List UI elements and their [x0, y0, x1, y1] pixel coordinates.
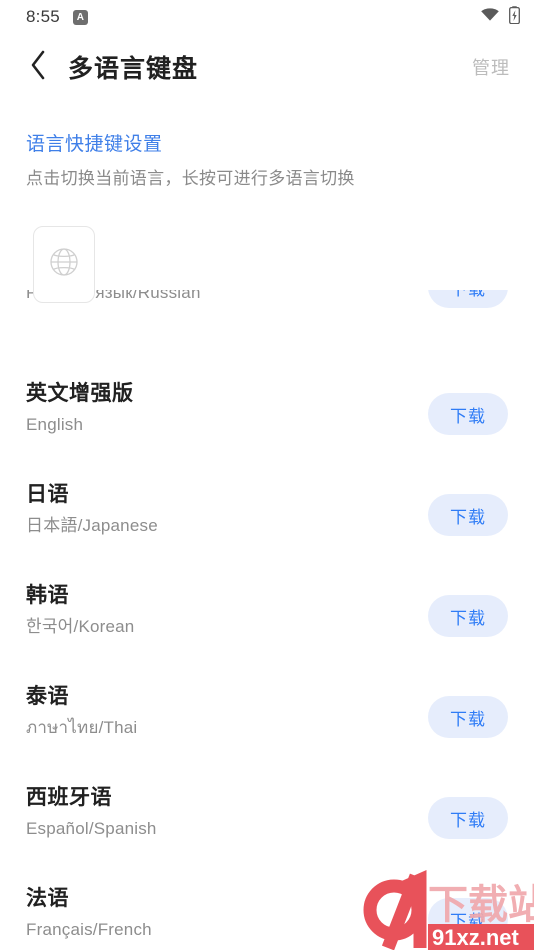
language-row-text: 法语 Français/French — [26, 885, 152, 942]
language-row-french[interactable]: 法语 Français/French 下载 — [0, 865, 534, 950]
language-row-text: 泰语 ภาษาไทย/Thai — [26, 683, 137, 740]
download-button[interactable]: 下载 — [428, 494, 508, 536]
language-row-japanese[interactable]: 日语 日本語/Japanese 下载 — [0, 461, 534, 562]
manage-button[interactable]: 管理 — [472, 54, 510, 80]
chevron-left-icon — [30, 50, 47, 85]
current-language-card[interactable] — [33, 226, 95, 303]
page-title: 多语言键盘 — [68, 55, 199, 83]
download-button[interactable]: 下载 — [428, 595, 508, 637]
language-row-korean[interactable]: 韩语 한국어/Korean 下载 — [0, 562, 534, 663]
language-list: Русский язык/Russian 下载 英文增强版 English 下载… — [0, 290, 534, 950]
language-subtitle: English — [26, 415, 84, 434]
language-row-text: 西班牙语 Español/Spanish — [26, 784, 157, 841]
wifi-icon — [480, 7, 500, 27]
language-subtitle: Español/Spanish — [26, 819, 157, 838]
download-button[interactable]: 下载 — [428, 898, 508, 940]
language-subtitle: Français/French — [26, 920, 152, 939]
language-name: 英文增强版 — [26, 382, 134, 405]
status-bar-right — [480, 5, 520, 29]
language-name: 泰语 — [26, 685, 69, 708]
download-button[interactable]: 下载 — [428, 696, 508, 738]
status-bar: 8:55 A — [0, 0, 534, 34]
shortcut-settings-description: 点击切换当前语言，长按可进行多语言切换 — [26, 169, 355, 188]
language-subtitle: 한국어/Korean — [26, 617, 135, 636]
language-subtitle: ภาษาไทย/Thai — [26, 718, 138, 737]
language-row-spanish[interactable]: 西班牙语 Español/Spanish 下载 — [0, 764, 534, 865]
app-bar: 多语言键盘 管理 — [0, 34, 534, 100]
language-row-thai[interactable]: 泰语 ภาษาไทย/Thai 下载 — [0, 663, 534, 764]
language-row-text: 英文增强版 English — [26, 380, 134, 437]
globe-icon — [47, 245, 81, 284]
download-button[interactable]: 下载 — [428, 393, 508, 435]
status-clock: 8:55 — [26, 7, 60, 26]
language-subtitle: 日本語/Japanese — [26, 516, 158, 535]
phone-screen: 8:55 A 多语言键盘 管理 语言快捷键设置 点击切换当前语言，长按可进行多语… — [0, 0, 534, 950]
battery-charging-icon — [509, 5, 520, 29]
back-button[interactable] — [22, 50, 54, 85]
download-button[interactable]: 下载 — [428, 290, 508, 308]
language-row-text: 日语 日本語/Japanese — [26, 481, 158, 538]
download-button[interactable]: 下载 — [428, 797, 508, 839]
shortcut-settings-link[interactable]: 语言快捷键设置 — [26, 132, 506, 158]
language-name: 日语 — [26, 483, 69, 506]
language-row-english[interactable]: 英文增强版 English 下载 — [0, 360, 534, 461]
language-row-text: 韩语 한국어/Korean — [26, 582, 134, 639]
language-name: 西班牙语 — [26, 786, 112, 809]
status-bar-left: 8:55 A — [26, 7, 88, 27]
language-name: 法语 — [26, 887, 69, 910]
language-name: 韩语 — [26, 584, 69, 607]
language-shortcut-section: 语言快捷键设置 点击切换当前语言，长按可进行多语言切换 — [26, 132, 506, 191]
app-notification-badge-icon: A — [72, 9, 88, 25]
